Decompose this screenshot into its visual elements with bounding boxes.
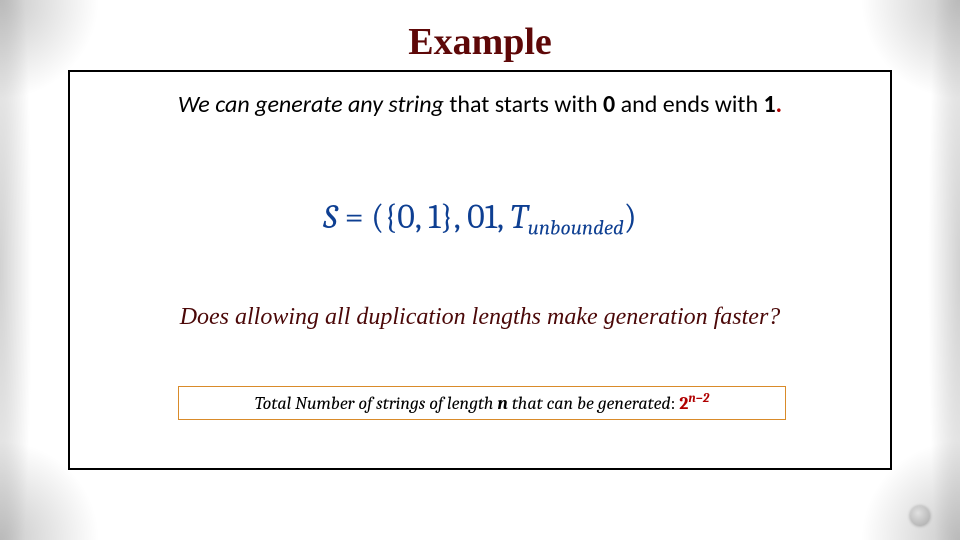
intro-period: . xyxy=(776,90,782,119)
total-tail: that can be generated xyxy=(508,393,671,414)
intro-part1: We can generate any string xyxy=(178,90,444,119)
total-box: Total Number of strings of length n that… xyxy=(178,386,786,420)
intro-part3: and ends with xyxy=(615,90,763,119)
formula-equals: = xyxy=(337,197,371,237)
formula-seed: 01 xyxy=(467,197,497,237)
formula-comma1: , xyxy=(454,197,467,237)
intro-part2: that starts with xyxy=(444,90,603,119)
total-base: 2 xyxy=(679,393,688,414)
formula-T-sub: unbounded xyxy=(528,216,624,240)
system-formula: S = ({0, 1}, 01, Tunbounded) xyxy=(70,197,890,240)
formula-comma2: , xyxy=(497,197,510,237)
content-frame: We can generate any string that starts w… xyxy=(68,70,892,470)
formula-open: ( xyxy=(371,197,384,237)
intro-zero: 0 xyxy=(603,90,615,119)
total-result: 2n−2 xyxy=(679,393,709,414)
question-line: Does allowing all duplication lengths ma… xyxy=(70,304,890,331)
intro-sentence: We can generate any string that starts w… xyxy=(70,90,890,119)
total-colon: : xyxy=(671,393,680,414)
total-exp: n−2 xyxy=(688,392,709,406)
vignette-right xyxy=(920,0,960,540)
total-n: n xyxy=(497,393,507,414)
page-number-bubble xyxy=(910,506,930,526)
formula-set: {0, 1} xyxy=(384,197,454,237)
slide-title: Example xyxy=(0,20,960,64)
formula-T: T xyxy=(510,197,527,237)
total-lead: Total Number of strings of length xyxy=(255,393,498,414)
formula-close: ) xyxy=(624,197,637,237)
formula-S: S xyxy=(323,197,337,237)
vignette-left xyxy=(0,0,40,540)
intro-one: 1 xyxy=(764,90,776,119)
